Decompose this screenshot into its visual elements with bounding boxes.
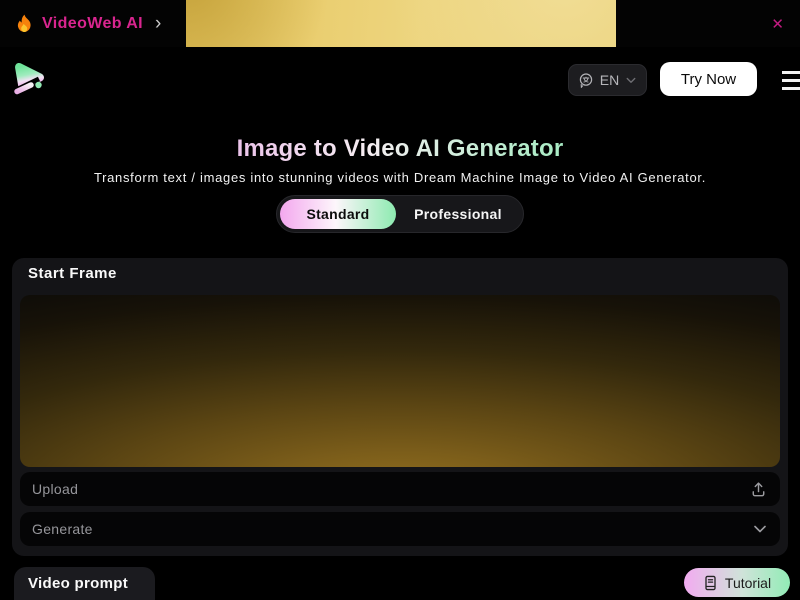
- try-now-button[interactable]: Try Now: [660, 62, 757, 96]
- video-prompt-tab[interactable]: Video prompt: [14, 567, 155, 600]
- mode-toggle: Standard Professional: [276, 195, 524, 233]
- banner-chevron-icon: ›: [155, 14, 161, 33]
- upload-icon: [749, 480, 768, 499]
- close-icon: ✕: [771, 15, 784, 33]
- promo-banner-link[interactable]: VideoWeb AI ›: [16, 0, 161, 47]
- book-icon: [703, 575, 718, 591]
- start-frame-title: Start Frame: [28, 265, 117, 282]
- promo-banner: VideoWeb AI › ✕: [0, 0, 800, 47]
- language-label: EN: [600, 72, 619, 88]
- language-selector[interactable]: EN: [568, 64, 647, 96]
- start-frame-panel: Start Frame Upload Generate: [12, 258, 788, 556]
- tutorial-button[interactable]: Tutorial: [684, 568, 790, 597]
- tutorial-label: Tutorial: [725, 575, 771, 591]
- chevron-down-icon: [752, 521, 768, 537]
- upload-row[interactable]: Upload: [20, 472, 780, 506]
- banner-close-button[interactable]: ✕: [767, 0, 788, 47]
- video-prompt-label: Video prompt: [28, 575, 128, 592]
- page-subtitle: Transform text / images into stunning vi…: [0, 170, 800, 185]
- generate-row[interactable]: Generate: [20, 512, 780, 546]
- chevron-down-icon: [625, 74, 637, 86]
- upload-label: Upload: [32, 481, 749, 497]
- fire-icon: [16, 14, 33, 33]
- tab-professional[interactable]: Professional: [396, 199, 520, 229]
- page-title: Image to Video AI Generator: [0, 135, 800, 163]
- page: VideoWeb AI › ✕ EN: [0, 0, 800, 600]
- start-frame-preview[interactable]: [20, 295, 780, 467]
- banner-brand-label[interactable]: VideoWeb AI: [42, 15, 143, 33]
- app-logo-icon[interactable]: [7, 57, 51, 101]
- hamburger-menu-icon[interactable]: [782, 71, 800, 91]
- generate-label: Generate: [32, 521, 752, 537]
- language-icon: [578, 72, 594, 88]
- banner-promo-image[interactable]: [186, 0, 616, 47]
- tab-standard[interactable]: Standard: [280, 199, 396, 229]
